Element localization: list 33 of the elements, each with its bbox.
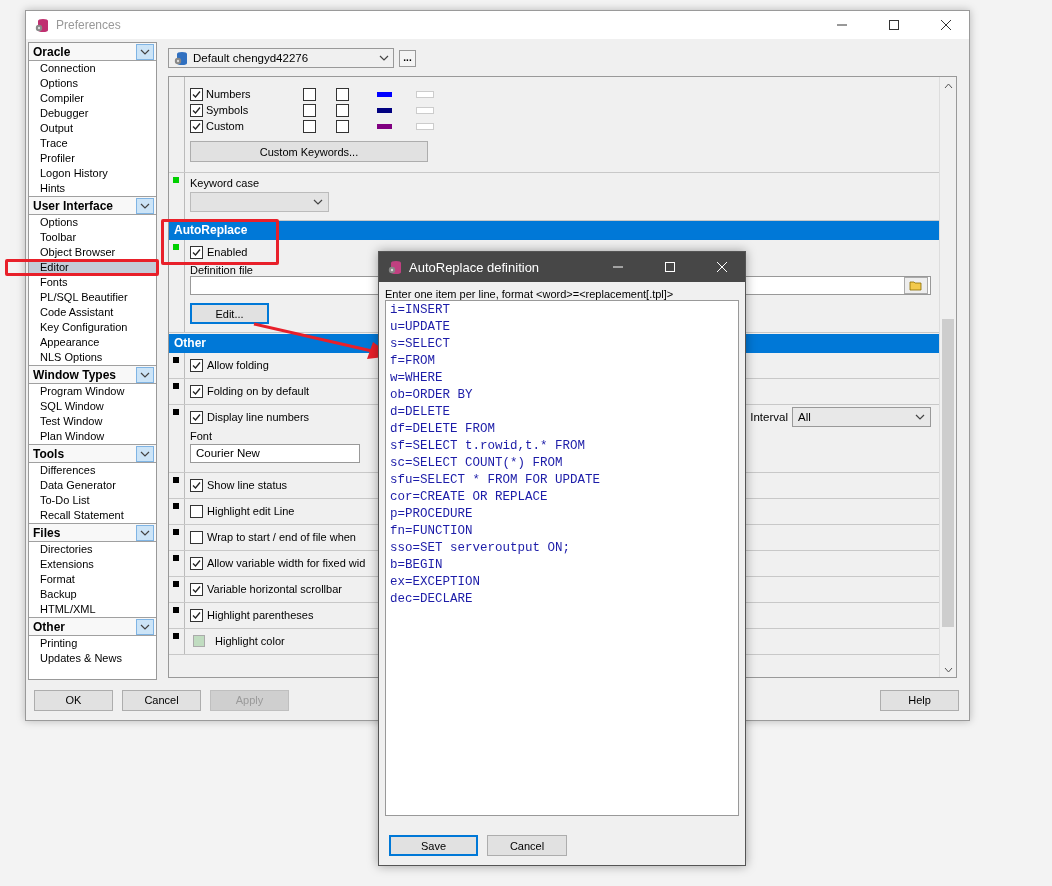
code-line: fn=FUNCTION [390, 523, 474, 540]
instruction-text: Enter one item per line, format <word>=<replacement[.tpl]> [384, 287, 675, 300]
group-header: Tools [33, 446, 65, 461]
code-line: cor=CREATE OR REPLACE [390, 489, 549, 506]
code-line: p=PROCEDURE [390, 506, 474, 523]
field-label: Font [190, 430, 212, 442]
field-label: Interval [750, 411, 788, 423]
dialog-title: AutoReplace definition [409, 259, 541, 275]
group-header: Window Types [33, 367, 116, 382]
code-line: ob=ORDER BY [390, 387, 474, 404]
code-line: sfu=SELECT * FROM FOR UPDATE [390, 472, 602, 489]
window-title: Preferences [56, 18, 122, 32]
code-line: d=DELETE [390, 404, 451, 421]
group-header: Oracle [33, 44, 71, 59]
code-line: i=INSERT [390, 302, 451, 319]
code-line: df=DELETE FROM [390, 421, 497, 438]
code-line: dec=DECLARE [390, 591, 474, 608]
field-label: Keyword case [190, 177, 260, 189]
code-line: sso=SET serveroutput ON; [390, 540, 572, 557]
code-line: sc=SELECT COUNT(*) FROM [390, 455, 564, 472]
section-header: AutoReplace [169, 221, 939, 240]
code-line: u=UPDATE [390, 319, 451, 336]
group-header: Files [33, 525, 61, 540]
code-line: b=BEGIN [390, 557, 444, 574]
group-header: Other [33, 619, 65, 634]
option-label: Highlight color [215, 635, 285, 647]
code-line: s=SELECT [390, 336, 451, 353]
field-label: Definition file [190, 264, 253, 276]
code-line: f=FROM [390, 353, 436, 370]
code-line: sf=SELECT t.rowid,t.* FROM [390, 438, 587, 455]
group-header: User Interface [33, 198, 114, 213]
code-line: ex=EXCEPTION [390, 574, 481, 591]
code-line: w=WHERE [390, 370, 444, 387]
